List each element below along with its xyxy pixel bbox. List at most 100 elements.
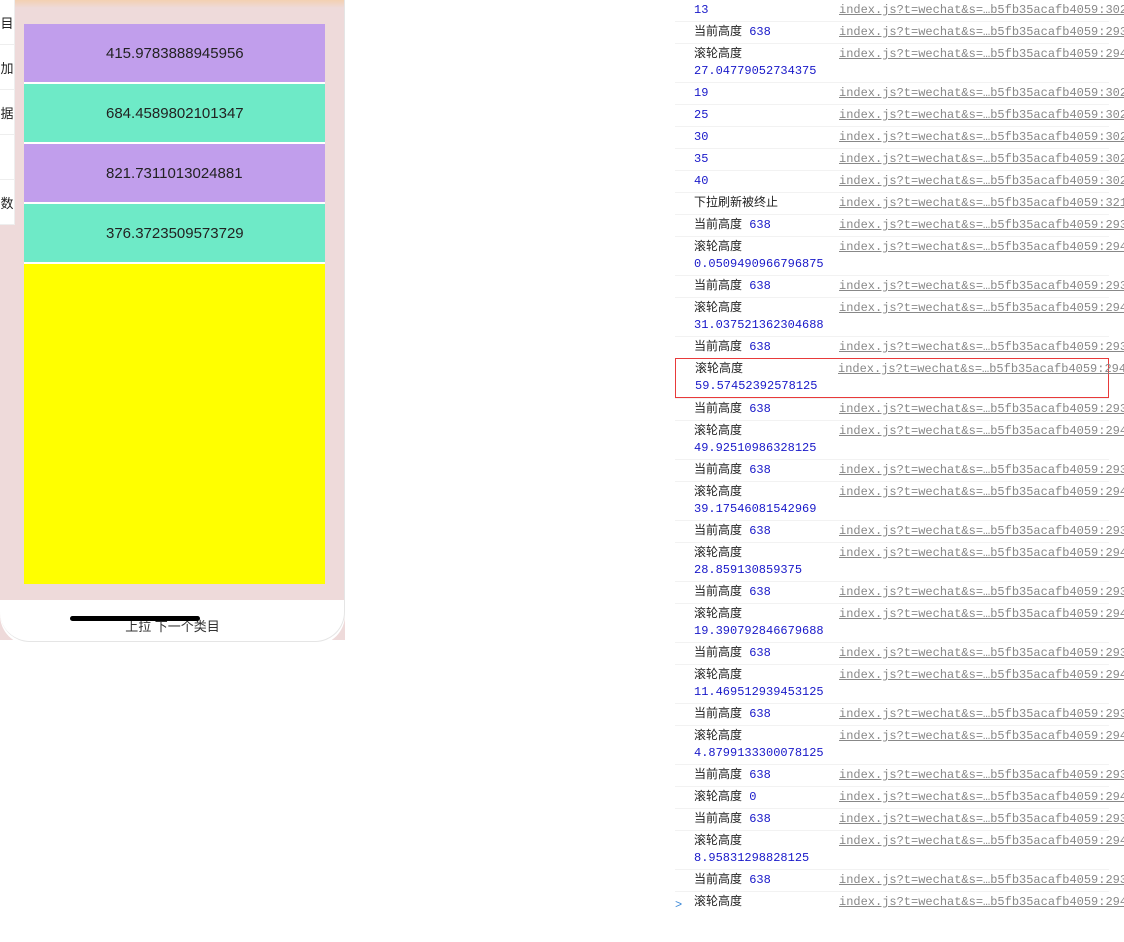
- console-log-row[interactable]: 30index.js?t=wechat&s=…b5fb35acafb4059:3…: [675, 126, 1109, 148]
- log-message: 35: [694, 151, 839, 168]
- log-message: 13: [694, 2, 839, 19]
- log-source-link[interactable]: index.js?t=wechat&s=…b5fb35acafb4059:293: [839, 462, 1109, 479]
- console-log-row[interactable]: 当前高度 638index.js?t=wechat&s=…b5fb35acafb…: [675, 336, 1109, 358]
- log-source-link[interactable]: index.js?t=wechat&s=…b5fb35acafb4059:294: [839, 833, 1109, 867]
- log-message: 滚轮高度 33.220184326171875: [694, 894, 839, 914]
- log-source-link[interactable]: index.js?t=wechat&s=…b5fb35acafb4059:294: [839, 667, 1109, 701]
- log-message: 滚轮高度 59.57452392578125: [695, 361, 838, 395]
- console-log-row[interactable]: 滚轮高度 49.92510986328125index.js?t=wechat&…: [675, 420, 1109, 459]
- log-source-link[interactable]: index.js?t=wechat&s=…b5fb35acafb4059:293: [839, 24, 1109, 41]
- list-item-value: 684.4589802101347: [106, 105, 244, 122]
- log-message: 下拉刷新被终止: [694, 195, 839, 212]
- console-log-row[interactable]: 滚轮高度 19.390792846679688index.js?t=wechat…: [675, 603, 1109, 642]
- phone-simulator[interactable]: 目 加 据 数 415.9783888945956 684.4589802101…: [0, 0, 345, 640]
- console-log-row[interactable]: 滚轮高度 33.220184326171875index.js?t=wechat…: [675, 891, 1109, 914]
- log-source-link[interactable]: index.js?t=wechat&s=…b5fb35acafb4059:321: [839, 195, 1109, 212]
- console-log-row[interactable]: 40index.js?t=wechat&s=…b5fb35acafb4059:3…: [675, 170, 1109, 192]
- console-log-row[interactable]: 滚轮高度 28.859130859375index.js?t=wechat&s=…: [675, 542, 1109, 581]
- list-item-value: 376.3723509573729: [106, 225, 244, 242]
- log-message: 19: [694, 85, 839, 102]
- console-log-row[interactable]: 35index.js?t=wechat&s=…b5fb35acafb4059:3…: [675, 148, 1109, 170]
- console-log-row[interactable]: 当前高度 638index.js?t=wechat&s=…b5fb35acafb…: [675, 581, 1109, 603]
- log-source-link[interactable]: index.js?t=wechat&s=…b5fb35acafb4059:294: [839, 789, 1109, 806]
- log-source-link[interactable]: index.js?t=wechat&s=…b5fb35acafb4059:302: [839, 151, 1109, 168]
- phone-sidebar[interactable]: 目 加 据 数: [0, 0, 14, 225]
- console-log-row[interactable]: 当前高度 638index.js?t=wechat&s=…b5fb35acafb…: [675, 275, 1109, 297]
- console-log-row[interactable]: 滚轮高度 27.04779052734375index.js?t=wechat&…: [675, 43, 1109, 82]
- log-message: 当前高度 638: [694, 523, 839, 540]
- console-log-row[interactable]: 下拉刷新被终止index.js?t=wechat&s=…b5fb35acafb4…: [675, 192, 1109, 214]
- log-source-link[interactable]: index.js?t=wechat&s=…b5fb35acafb4059:293: [839, 401, 1109, 418]
- console-log-row[interactable]: 滚轮高度 8.95831298828125index.js?t=wechat&s…: [675, 830, 1109, 869]
- console-log-row[interactable]: 当前高度 638index.js?t=wechat&s=…b5fb35acafb…: [675, 459, 1109, 481]
- log-source-link[interactable]: index.js?t=wechat&s=…b5fb35acafb4059:293: [839, 767, 1109, 784]
- devtools-console[interactable]: 13index.js?t=wechat&s=…b5fb35acafb4059:3…: [345, 0, 1124, 914]
- list-item-value: 415.9783888945956: [106, 45, 244, 62]
- sidebar-char[interactable]: 目: [0, 0, 14, 45]
- log-source-link[interactable]: index.js?t=wechat&s=…b5fb35acafb4059:293: [839, 811, 1109, 828]
- log-source-link[interactable]: index.js?t=wechat&s=…b5fb35acafb4059:293: [839, 584, 1109, 601]
- data-list[interactable]: 415.9783888945956 684.4589802101347 821.…: [24, 0, 325, 584]
- console-log-row[interactable]: 13index.js?t=wechat&s=…b5fb35acafb4059:3…: [675, 0, 1109, 21]
- log-source-link[interactable]: index.js?t=wechat&s=…b5fb35acafb4059:294: [839, 728, 1109, 762]
- log-source-link[interactable]: index.js?t=wechat&s=…b5fb35acafb4059:302: [839, 107, 1109, 124]
- console-log-list[interactable]: 13index.js?t=wechat&s=…b5fb35acafb4059:3…: [675, 0, 1109, 914]
- log-source-link[interactable]: index.js?t=wechat&s=…b5fb35acafb4059:294: [839, 46, 1109, 80]
- console-log-row[interactable]: 当前高度 638index.js?t=wechat&s=…b5fb35acafb…: [675, 214, 1109, 236]
- log-source-link[interactable]: index.js?t=wechat&s=…b5fb35acafb4059:302: [839, 129, 1109, 146]
- log-source-link[interactable]: index.js?t=wechat&s=…b5fb35acafb4059:294: [839, 545, 1109, 579]
- list-item-yellow[interactable]: [24, 264, 325, 584]
- console-log-row[interactable]: 滚轮高度 11.469512939453125index.js?t=wechat…: [675, 664, 1109, 703]
- console-log-row[interactable]: 滚轮高度 0index.js?t=wechat&s=…b5fb35acafb40…: [675, 786, 1109, 808]
- log-source-link[interactable]: index.js?t=wechat&s=…b5fb35acafb4059:293: [839, 217, 1109, 234]
- list-item[interactable]: 415.9783888945956: [24, 24, 325, 84]
- log-source-link[interactable]: index.js?t=wechat&s=…b5fb35acafb4059:302: [839, 85, 1109, 102]
- console-log-row[interactable]: 滚轮高度 31.037521362304688index.js?t=wechat…: [675, 297, 1109, 336]
- log-source-link[interactable]: index.js?t=wechat&s=…b5fb35acafb4059:293: [839, 645, 1109, 662]
- sidebar-char[interactable]: 据: [0, 90, 14, 135]
- log-message: 滚轮高度 28.859130859375: [694, 545, 839, 579]
- log-source-link[interactable]: index.js?t=wechat&s=…b5fb35acafb4059:294: [839, 894, 1109, 914]
- log-message: 当前高度 638: [694, 706, 839, 723]
- log-source-link[interactable]: index.js?t=wechat&s=…b5fb35acafb4059:293: [839, 339, 1109, 356]
- console-log-row[interactable]: 当前高度 638index.js?t=wechat&s=…b5fb35acafb…: [675, 869, 1109, 891]
- log-message: 滚轮高度 0: [694, 789, 839, 806]
- sidebar-char[interactable]: 加: [0, 45, 14, 90]
- console-log-row[interactable]: 当前高度 638index.js?t=wechat&s=…b5fb35acafb…: [675, 520, 1109, 542]
- console-log-row[interactable]: 当前高度 638index.js?t=wechat&s=…b5fb35acafb…: [675, 642, 1109, 664]
- log-message: 滚轮高度 19.390792846679688: [694, 606, 839, 640]
- list-item[interactable]: 821.7311013024881: [24, 144, 325, 204]
- log-source-link[interactable]: index.js?t=wechat&s=…b5fb35acafb4059:293: [839, 872, 1109, 889]
- log-message: 30: [694, 129, 839, 146]
- log-source-link[interactable]: index.js?t=wechat&s=…b5fb35acafb4059:302: [839, 2, 1109, 19]
- log-source-link[interactable]: index.js?t=wechat&s=…b5fb35acafb4059:294: [838, 361, 1108, 395]
- log-source-link[interactable]: index.js?t=wechat&s=…b5fb35acafb4059:294: [839, 239, 1109, 273]
- list-item[interactable]: 684.4589802101347: [24, 84, 325, 144]
- console-log-row[interactable]: 当前高度 638index.js?t=wechat&s=…b5fb35acafb…: [675, 398, 1109, 420]
- list-item[interactable]: 376.3723509573729: [24, 204, 325, 264]
- log-source-link[interactable]: index.js?t=wechat&s=…b5fb35acafb4059:302: [839, 173, 1109, 190]
- console-log-row[interactable]: 滚轮高度 0.0509490966796875index.js?t=wechat…: [675, 236, 1109, 275]
- console-prompt[interactable]: >: [675, 898, 682, 912]
- console-log-row[interactable]: 25index.js?t=wechat&s=…b5fb35acafb4059:3…: [675, 104, 1109, 126]
- log-source-link[interactable]: index.js?t=wechat&s=…b5fb35acafb4059:294: [839, 606, 1109, 640]
- console-log-row[interactable]: 19index.js?t=wechat&s=…b5fb35acafb4059:3…: [675, 82, 1109, 104]
- console-log-row[interactable]: 当前高度 638index.js?t=wechat&s=…b5fb35acafb…: [675, 703, 1109, 725]
- log-source-link[interactable]: index.js?t=wechat&s=…b5fb35acafb4059:294: [839, 300, 1109, 334]
- log-message: 滚轮高度 27.04779052734375: [694, 46, 839, 80]
- console-log-row[interactable]: 当前高度 638index.js?t=wechat&s=…b5fb35acafb…: [675, 21, 1109, 43]
- console-log-row[interactable]: 滚轮高度 39.17546081542969index.js?t=wechat&…: [675, 481, 1109, 520]
- console-log-row[interactable]: 当前高度 638index.js?t=wechat&s=…b5fb35acafb…: [675, 808, 1109, 830]
- console-log-row[interactable]: 当前高度 638index.js?t=wechat&s=…b5fb35acafb…: [675, 764, 1109, 786]
- log-source-link[interactable]: index.js?t=wechat&s=…b5fb35acafb4059:293: [839, 706, 1109, 723]
- console-log-row[interactable]: 滚轮高度 59.57452392578125index.js?t=wechat&…: [675, 358, 1109, 398]
- sidebar-char[interactable]: 数: [0, 180, 14, 225]
- sidebar-char[interactable]: [0, 135, 14, 180]
- log-source-link[interactable]: index.js?t=wechat&s=…b5fb35acafb4059:294: [839, 423, 1109, 457]
- log-source-link[interactable]: index.js?t=wechat&s=…b5fb35acafb4059:293: [839, 523, 1109, 540]
- log-source-link[interactable]: index.js?t=wechat&s=…b5fb35acafb4059:294: [839, 484, 1109, 518]
- log-message: 25: [694, 107, 839, 124]
- log-message: 40: [694, 173, 839, 190]
- console-log-row[interactable]: 滚轮高度 4.8799133300078125index.js?t=wechat…: [675, 725, 1109, 764]
- log-source-link[interactable]: index.js?t=wechat&s=…b5fb35acafb4059:293: [839, 278, 1109, 295]
